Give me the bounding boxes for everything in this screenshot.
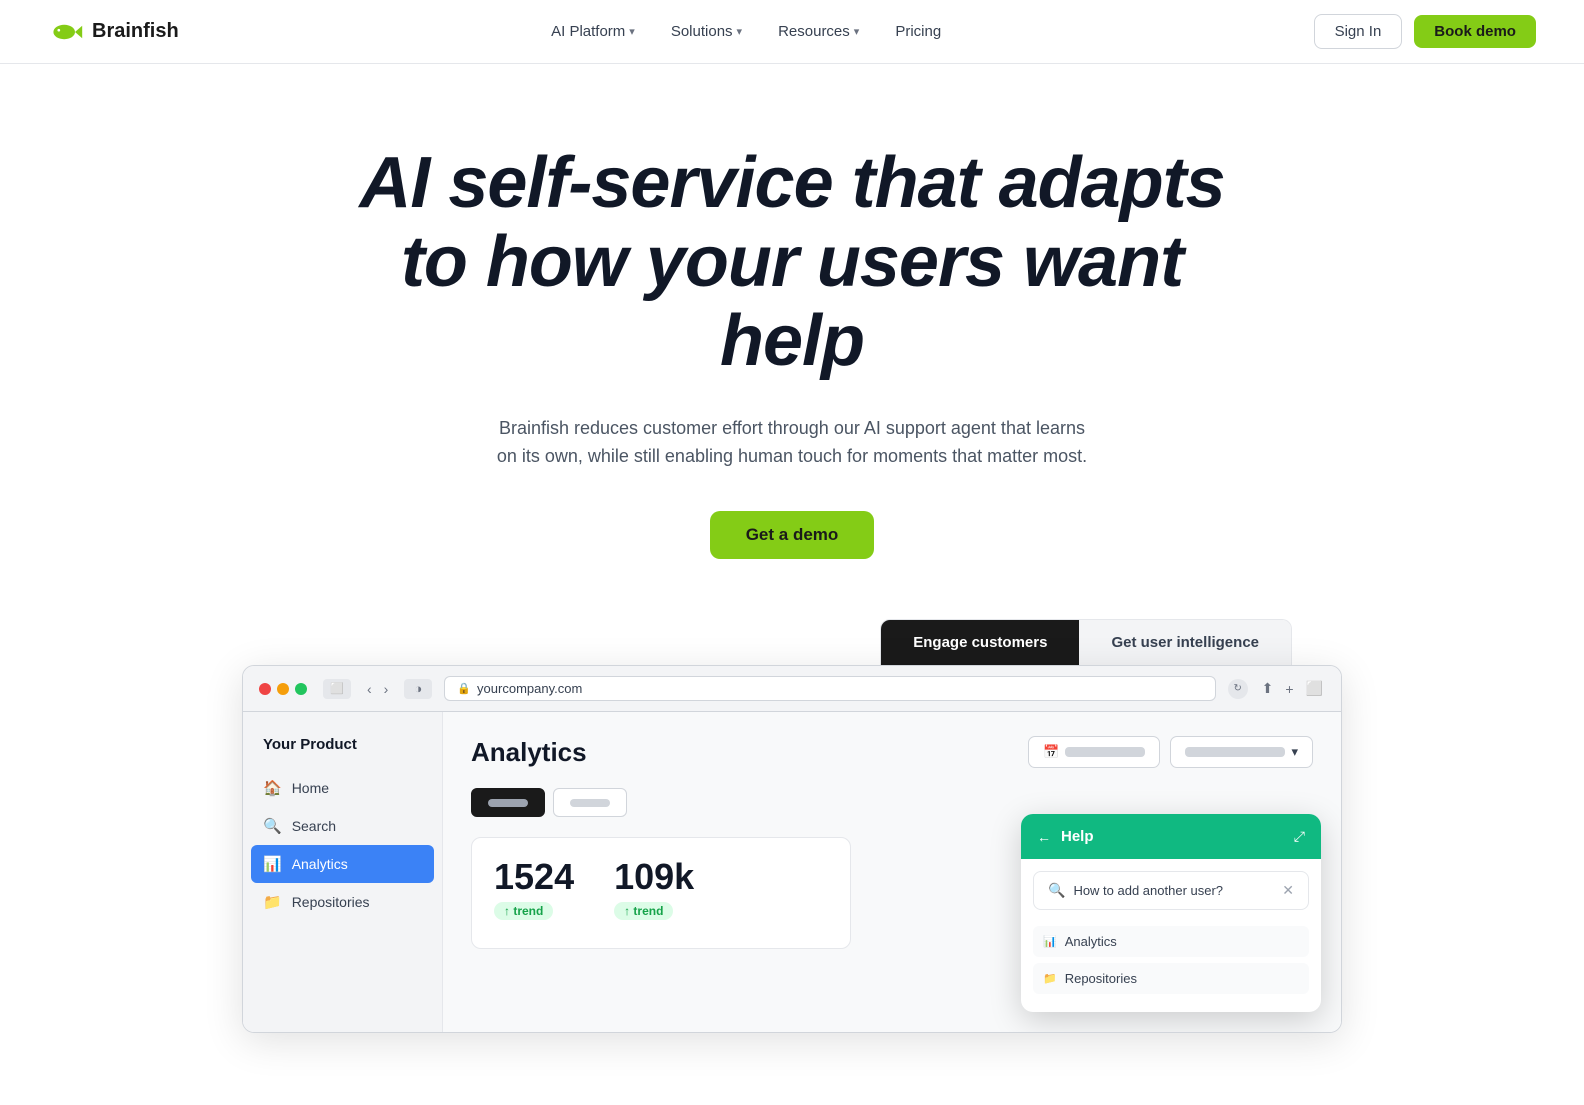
sidebar-button[interactable]: ⬜ [1304,678,1325,699]
page-title: Analytics [471,737,587,768]
filter-tab-2[interactable] [553,788,627,817]
browser-action-buttons: ⬆ + ⬜ [1260,678,1325,699]
sidebar-toggle-button[interactable]: ⬜ [323,679,351,699]
filter-tabs [471,788,1313,817]
url-text: yourcompany.com [477,681,582,696]
stat-2: 109k ↑ trend [614,856,694,920]
header-controls: 📅 ▾ [1028,736,1313,768]
logo-text: Brainfish [92,20,179,43]
nav-links: AI Platform ▾ Solutions ▾ Resources ▾ Pr… [537,15,955,48]
view-controls: ⬜ [323,679,351,699]
help-header: ← Help ⤢ [1021,814,1321,859]
filter-tab-1[interactable] [471,788,545,817]
nav-actions: Sign In Book demo [1314,14,1536,49]
reload-button[interactable]: ↻ [1228,679,1248,699]
main-header: Analytics 📅 ▾ [471,736,1313,768]
filter-dropdown-button[interactable]: ▾ [1170,736,1313,768]
close-window-button[interactable] [259,683,271,695]
forward-button[interactable]: › [380,679,393,699]
help-search-query: How to add another user? [1073,883,1274,898]
stat-badge-1: ↑ trend [494,902,553,920]
date-picker-button[interactable]: 📅 [1028,736,1160,768]
sidebar-item-analytics[interactable]: 📊 Analytics [251,845,434,883]
nav-resources[interactable]: Resources ▾ [764,15,873,48]
date-placeholder [1065,747,1145,757]
folder-icon: 📁 [263,893,282,911]
search-icon: 🔍 [1048,882,1065,899]
stat-value-1: 1524 [494,856,574,898]
tab-engage-customers[interactable]: Engage customers [881,620,1079,665]
back-arrow-icon[interactable]: ← [1037,829,1051,845]
nav-buttons: ‹ › [363,679,392,699]
calendar-icon: 📅 [1043,744,1059,760]
hero-section: AI self-service that adapts to how your … [0,64,1584,619]
hero-subtitle: Brainfish reduces customer effort throug… [492,414,1092,472]
help-widget: ← Help ⤢ 🔍 How to add another user? ✕ 📊 [1021,814,1321,1012]
clear-search-button[interactable]: ✕ [1282,882,1294,899]
hero-title: AI self-service that adapts to how your … [342,144,1242,382]
feature-tabs: Engage customers Get user intelligence [880,619,1292,665]
get-demo-button[interactable]: Get a demo [710,511,875,559]
address-bar[interactable]: 🔒 yourcompany.com [444,676,1215,701]
nav-solutions[interactable]: Solutions ▾ [657,15,756,48]
logo[interactable]: Brainfish [48,14,179,50]
analytics-icon: 📊 [263,855,282,873]
sign-in-button[interactable]: Sign In [1314,14,1403,49]
result-icon: 📁 [1043,972,1057,985]
minimize-window-button[interactable] [277,683,289,695]
sidebar-item-repositories[interactable]: 📁 Repositories [243,883,442,921]
search-icon: 🔍 [263,817,282,835]
sidebar-item-home[interactable]: 🏠 Home [243,769,442,807]
nav-ai-platform[interactable]: AI Platform ▾ [537,15,649,48]
product-name: Your Product [243,728,442,769]
app-sidebar: Your Product 🏠 Home 🔍 Search 📊 Analytics… [243,712,443,1032]
stat-badge-2: ↑ trend [614,902,673,920]
browser-mockup: ⬜ ‹ › ◑ 🔒 yourcompany.com ↻ ⬆ + ⬜ [242,665,1342,1033]
app-content: Your Product 🏠 Home 🔍 Search 📊 Analytics… [243,712,1341,1032]
help-search-bar[interactable]: 🔍 How to add another user? ✕ [1033,871,1309,910]
tab-user-intelligence[interactable]: Get user intelligence [1079,620,1291,665]
navbar: Brainfish AI Platform ▾ Solutions ▾ Reso… [0,0,1584,64]
expand-button[interactable]: ⤢ [1294,828,1305,845]
sidebar-item-search[interactable]: 🔍 Search [243,807,442,845]
stat-1: 1524 ↑ trend [494,856,574,920]
nav-pricing[interactable]: Pricing [881,15,955,48]
chevron-down-icon: ▾ [737,25,743,38]
logo-icon [48,14,84,50]
help-results: 📊 Analytics 📁 Repositories [1021,922,1321,1012]
stats-card: 1524 ↑ trend 109k ↑ trend [471,837,851,949]
browser-bar: ⬜ ‹ › ◑ 🔒 yourcompany.com ↻ ⬆ + ⬜ [243,666,1341,712]
help-title: Help [1061,828,1094,845]
share-button[interactable]: ⬆ [1260,678,1276,699]
chevron-down-icon: ▾ [629,25,635,38]
lock-icon: 🔒 [457,682,471,695]
book-demo-button[interactable]: Book demo [1414,15,1536,48]
maximize-window-button[interactable] [295,683,307,695]
main-panel: Analytics 📅 ▾ [443,712,1341,1032]
back-button[interactable]: ‹ [363,679,376,699]
stat-value-2: 109k [614,856,694,898]
brightness-button[interactable]: ◑ [404,679,432,699]
filter-placeholder [1185,747,1285,757]
home-icon: 🏠 [263,779,282,797]
result-item-repositories[interactable]: 📁 Repositories [1033,963,1309,994]
result-icon: 📊 [1043,935,1057,948]
result-item-analytics[interactable]: 📊 Analytics [1033,926,1309,957]
demo-section: Engage customers Get user intelligence ⬜… [0,619,1584,1033]
window-controls [259,683,307,695]
add-tab-button[interactable]: + [1283,678,1295,699]
chevron-down-icon: ▾ [1291,744,1298,760]
chevron-down-icon: ▾ [854,25,860,38]
